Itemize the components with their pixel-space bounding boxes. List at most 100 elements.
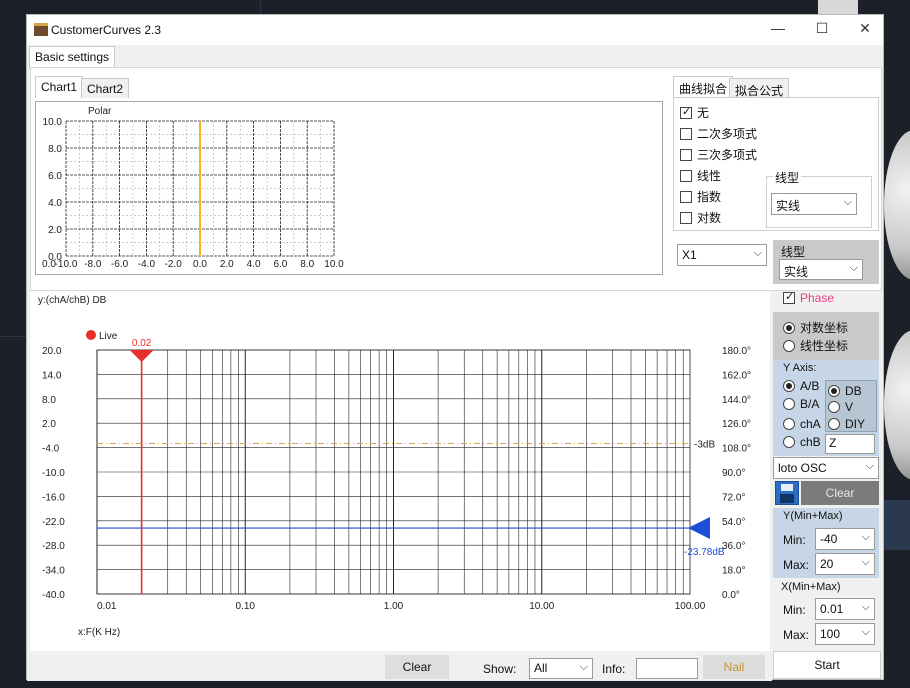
polar-x-tick: -8.0 — [84, 259, 102, 270]
bode-y2-tick: 108.0° — [722, 444, 751, 455]
maximize-button[interactable]: ☐ — [807, 20, 837, 40]
polar-x-tick: -4.0 — [138, 259, 156, 270]
tab-chart1[interactable]: Chart1 — [35, 76, 84, 98]
y-source-option[interactable]: chB — [783, 434, 821, 449]
polar-y-tick: 4.0 — [48, 198, 62, 209]
app-icon — [34, 23, 48, 36]
tab-chart2[interactable]: Chart2 — [81, 78, 130, 98]
polar-x-tick: 8.0 — [300, 259, 314, 270]
tab-basic-settings[interactable]: Basic settings — [29, 46, 116, 68]
y-unit-option[interactable]: V — [828, 399, 853, 414]
x-min-label: Min: — [783, 603, 806, 617]
polar-x-tick: 0.0 — [193, 259, 207, 270]
x-max-select[interactable]: 100 ⌵ — [815, 623, 875, 645]
fit-option[interactable]: 指数 — [680, 188, 721, 205]
radio-icon — [783, 321, 795, 334]
chevron-down-icon: ⌵ — [865, 460, 874, 472]
bode-y-tick: -4.0 — [42, 444, 60, 455]
bode-y2-tick: 126.0° — [722, 419, 751, 430]
bottom-clear-button[interactable]: Clear — [385, 655, 449, 679]
bode-y-tick: -34.0 — [42, 566, 65, 577]
diy-input[interactable]: Z — [825, 434, 875, 454]
polar-chart-panel: Polar 0.0 2.0 4.0 6.0 8.0 10.0 0.0 -10.0 -8.0 -6.0… — [35, 101, 663, 275]
polar-x-tick: 4.0 — [247, 259, 261, 270]
channel-select[interactable]: X1 ⌵ — [677, 244, 767, 266]
bode-y-label: y:(chA/chB) DB — [38, 295, 107, 306]
polar-y-tick: 6.0 — [48, 171, 62, 182]
close-button[interactable]: ✕ — [850, 20, 880, 40]
radio-icon — [828, 384, 840, 397]
save-icon-shutter — [780, 494, 794, 503]
line-style-select[interactable]: 实线 ⌵ — [771, 193, 857, 215]
y-source-option[interactable]: B/A — [783, 396, 819, 411]
y-axis-title: Y Axis: — [783, 362, 817, 374]
bode-x-tick: 100.00 — [675, 601, 706, 612]
radio-icon — [828, 400, 840, 413]
bode-y-tick: -28.0 — [42, 541, 65, 552]
coord-option[interactable]: 线性坐标 — [783, 337, 848, 354]
tab-fit-formula[interactable]: 拟合公式 — [729, 78, 790, 98]
polar-x-tick: -2.0 — [165, 259, 183, 270]
polar-x-tick: -6.0 — [111, 259, 129, 270]
line-style-2-label: 线型 — [781, 245, 806, 259]
save-icon[interactable] — [775, 481, 799, 505]
line-style-2-select[interactable]: 实线 ⌵ — [779, 259, 863, 280]
minimize-button[interactable]: — — [763, 20, 793, 40]
title-bar: CustomerCurves 2.3 — ☐ ✕ — [27, 15, 883, 45]
tab-curve-fit[interactable]: 曲线拟合 — [673, 76, 734, 98]
background-magnifier — [818, 0, 858, 14]
show-label: Show: — [483, 662, 517, 676]
background-panel — [884, 500, 910, 550]
show-select[interactable]: All ⌵ — [529, 658, 593, 679]
fit-option[interactable]: 无 — [680, 104, 709, 121]
bode-y-tick: -10.0 — [42, 468, 65, 479]
fit-option[interactable]: 二次多项式 — [680, 125, 757, 142]
chevron-down-icon: ⌵ — [849, 262, 858, 274]
bode-chart-panel: y:(chA/chB) DB x:F(K Hz) Live 20.0 180.0° 14.… — [30, 291, 770, 651]
bode-y2-tick: 90.0° — [722, 468, 745, 479]
x-range-panel: X(Min+Max) Min: 0.01 ⌵ Max: 100 ⌵ — [773, 579, 879, 649]
radio-icon — [783, 339, 795, 352]
polar-x-tick: 6.0 — [273, 259, 287, 270]
polar-title: Polar — [88, 106, 112, 117]
bode-y2-tick: 72.0° — [722, 492, 745, 503]
bode-y-tick: 8.0 — [42, 395, 56, 406]
legend-live-label: Live — [99, 331, 118, 342]
cursor-label: 0.02 — [132, 338, 152, 349]
y-min-select[interactable]: -40 ⌵ — [815, 528, 875, 550]
radio-icon — [783, 435, 795, 448]
bode-x-tick: 10.00 — [529, 601, 554, 612]
bode-chart: y:(chA/chB) DB x:F(K Hz) Live 20.0 180.0° 14.… — [38, 295, 751, 638]
bode-y2-tick: 54.0° — [722, 517, 745, 528]
info-input[interactable] — [636, 658, 698, 679]
x-max-label: Max: — [783, 628, 810, 642]
y-unit-option[interactable]: DB — [828, 383, 862, 398]
fit-option[interactable]: 三次多项式 — [680, 146, 757, 163]
y-unit-option[interactable]: DIY — [828, 416, 865, 431]
bode-x-tick: 0.01 — [97, 601, 117, 612]
minus3db-label: -3dB — [694, 440, 715, 451]
device-select[interactable]: loto OSC ⌵ — [773, 457, 879, 479]
polar-x-tick: 2.0 — [220, 259, 234, 270]
chevron-down-icon: ⌵ — [843, 196, 852, 208]
checkbox-icon — [680, 190, 692, 203]
nail-button[interactable]: Nail — [703, 655, 765, 679]
y-max-select[interactable]: 20 ⌵ — [815, 553, 875, 575]
legend-live-dot — [86, 330, 96, 340]
checkbox-icon — [680, 169, 692, 182]
y-source-option[interactable]: chA — [783, 416, 821, 431]
fit-option[interactable]: 线性 — [680, 167, 721, 184]
bode-y-tick: 14.0 — [42, 370, 62, 381]
fit-option[interactable]: 对数 — [680, 209, 721, 226]
bode-y2-tick: 18.0° — [722, 566, 745, 577]
start-button[interactable]: Start — [773, 651, 881, 679]
phase-toggle[interactable]: Phase — [783, 290, 834, 305]
line-style-2-panel: 线型 实线 ⌵ — [773, 240, 879, 284]
chevron-down-icon: ⌵ — [861, 556, 870, 568]
x-min-select[interactable]: 0.01 ⌵ — [815, 598, 875, 620]
coord-option[interactable]: 对数坐标 — [783, 319, 848, 336]
y-max-label: Max: — [783, 558, 810, 572]
y-source-option[interactable]: A/B — [783, 378, 819, 393]
chevron-down-icon: ⌵ — [861, 626, 870, 638]
clear-button[interactable]: Clear — [801, 481, 879, 505]
